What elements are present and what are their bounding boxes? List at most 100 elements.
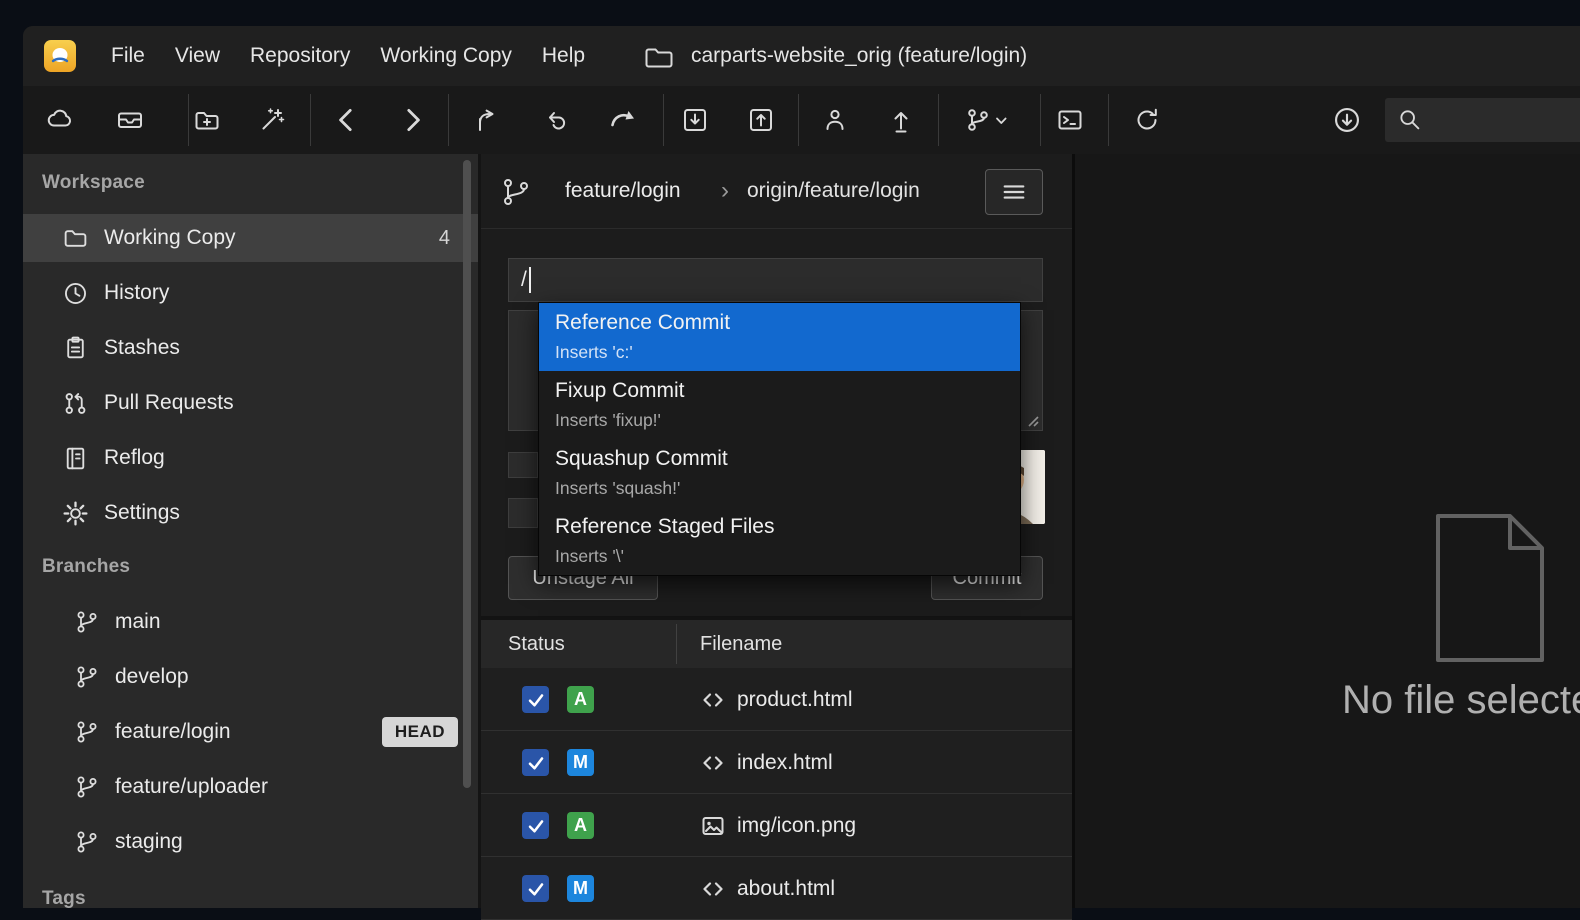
tags-header: Tags <box>42 884 86 914</box>
branch-label: feature/login <box>115 720 231 744</box>
commit-options-menu-button[interactable] <box>985 169 1043 215</box>
autocomplete-subtitle: Inserts 'squash!' <box>555 478 1004 499</box>
app-icon[interactable] <box>44 40 76 72</box>
column-filename: Filename <box>700 620 782 668</box>
text-caret <box>529 267 531 293</box>
sidebar-item-label: Settings <box>104 501 180 525</box>
sidebar-branch-develop[interactable]: develop <box>23 653 480 701</box>
branch-label: staging <box>115 830 183 854</box>
column-divider <box>676 624 677 664</box>
autocomplete-title: Squashup Commit <box>555 447 1004 471</box>
sidebar-item-history[interactable]: History <box>23 269 480 317</box>
cloud-icon <box>45 106 75 134</box>
pull-button[interactable] <box>668 96 722 144</box>
sidebar-branch-staging[interactable]: staging <box>23 818 480 866</box>
refresh-button[interactable] <box>1120 96 1174 144</box>
upload-tray-icon <box>746 106 776 134</box>
shelve-button[interactable] <box>808 96 862 144</box>
commit-option-checkbox[interactable] <box>508 498 538 528</box>
file-row-index[interactable]: M index.html <box>481 731 1072 794</box>
file-row-icon-png[interactable]: A img/icon.png <box>481 794 1072 857</box>
autocomplete-item-reference-staged-files[interactable]: Reference Staged Files Inserts '\' <box>539 507 1020 575</box>
branch-arrow-icon <box>472 106 502 134</box>
branch-icon <box>73 609 100 636</box>
sidebar-branch-feature-uploader[interactable]: feature/uploader <box>23 763 480 811</box>
sourcetree-logo-icon <box>49 45 71 67</box>
toolbar-separator <box>938 94 939 146</box>
autocomplete-title: Fixup Commit <box>555 379 1004 403</box>
stage-checkbox[interactable] <box>522 812 549 839</box>
sidebar-item-pull-requests[interactable]: Pull Requests <box>23 379 480 427</box>
sidebar-item-label: Reflog <box>104 446 165 470</box>
sidebar-scrollbar[interactable] <box>463 160 471 788</box>
sidebar-item-settings[interactable]: Settings <box>23 489 480 537</box>
menu-file[interactable]: File <box>96 26 160 86</box>
commit-summary-input[interactable]: / <box>508 258 1043 302</box>
file-row-product[interactable]: A product.html <box>481 668 1072 731</box>
checkmark-icon <box>527 754 545 772</box>
add-repository-button[interactable] <box>180 96 234 144</box>
terminal-icon <box>1055 106 1085 134</box>
count-badge: 4 <box>439 227 450 250</box>
branch-menu-button[interactable] <box>953 96 1019 144</box>
sidebar-branch-feature-login[interactable]: feature/login HEAD <box>23 708 480 756</box>
autocomplete-item-squashup-commit[interactable]: Squashup Commit Inserts 'squash!' <box>539 439 1020 507</box>
drive-tray-icon <box>115 106 145 134</box>
download-button[interactable] <box>1320 96 1374 144</box>
autocomplete-subtitle: Inserts 'c:' <box>555 342 1004 363</box>
stage-checkbox[interactable] <box>522 686 549 713</box>
repo-folder-icon <box>644 45 674 69</box>
remote-branch-label: origin/feature/login <box>747 154 920 228</box>
toolbar-search[interactable] <box>1385 98 1580 142</box>
remote-button[interactable] <box>33 96 87 144</box>
menu-bar: File View Repository Working Copy Help c… <box>23 26 1580 86</box>
branch-icon <box>500 176 532 208</box>
toolbar-separator <box>310 94 311 146</box>
back-button[interactable] <box>320 96 374 144</box>
search-input[interactable] <box>1433 108 1580 133</box>
unshelve-button[interactable] <box>874 96 928 144</box>
push-button[interactable] <box>734 96 788 144</box>
checkout-button[interactable] <box>460 96 514 144</box>
resize-handle-icon[interactable] <box>1026 414 1040 428</box>
pull-request-icon <box>62 390 89 417</box>
forward-button[interactable] <box>385 96 439 144</box>
autocomplete-item-reference-commit[interactable]: Reference Commit Inserts 'c:' <box>539 303 1020 371</box>
window-title: carparts-website_orig (feature/login) <box>691 26 1027 86</box>
commit-option-checkbox[interactable] <box>508 452 538 478</box>
branch-label: main <box>115 610 161 634</box>
search-icon <box>1397 107 1423 133</box>
menu-view[interactable]: View <box>160 26 235 86</box>
filename: about.html <box>737 857 835 920</box>
file-row-about[interactable]: M about.html <box>481 857 1072 920</box>
toolbar <box>23 86 1580 156</box>
sidebar-item-reflog[interactable]: Reflog <box>23 434 480 482</box>
workspace-header: Workspace <box>42 168 145 198</box>
menu-help[interactable]: Help <box>527 26 600 86</box>
stage-checkbox[interactable] <box>522 875 549 902</box>
no-file-selected-message: No file selected <box>1342 678 1580 723</box>
sidebar-item-label: Pull Requests <box>104 391 234 415</box>
sidebar-item-working-copy[interactable]: Working Copy 4 <box>23 214 480 262</box>
create-button[interactable] <box>245 96 299 144</box>
sidebar-branch-main[interactable]: main <box>23 598 480 646</box>
empty-document-icon <box>1430 512 1548 664</box>
autocomplete-title: Reference Staged Files <box>555 515 1004 539</box>
local-repos-button[interactable] <box>103 96 157 144</box>
desktop: { "menubar": { "items": ["File", "View",… <box>0 0 1580 908</box>
redo-button[interactable] <box>595 96 649 144</box>
curved-arrow-icon <box>607 106 637 134</box>
menu-working-copy[interactable]: Working Copy <box>365 26 527 86</box>
menu-repository[interactable]: Repository <box>235 26 365 86</box>
terminal-button[interactable] <box>1043 96 1097 144</box>
toolbar-separator <box>1040 94 1041 146</box>
code-file-icon <box>700 687 726 713</box>
autocomplete-title: Reference Commit <box>555 311 1004 335</box>
stage-checkbox[interactable] <box>522 749 549 776</box>
autocomplete-item-fixup-commit[interactable]: Fixup Commit Inserts 'fixup!' <box>539 371 1020 439</box>
download-tray-icon <box>680 106 710 134</box>
journal-icon <box>62 445 89 472</box>
sidebar-item-stashes[interactable]: Stashes <box>23 324 480 372</box>
autocomplete-subtitle: Inserts '\' <box>555 546 1004 567</box>
undo-button[interactable] <box>530 96 584 144</box>
